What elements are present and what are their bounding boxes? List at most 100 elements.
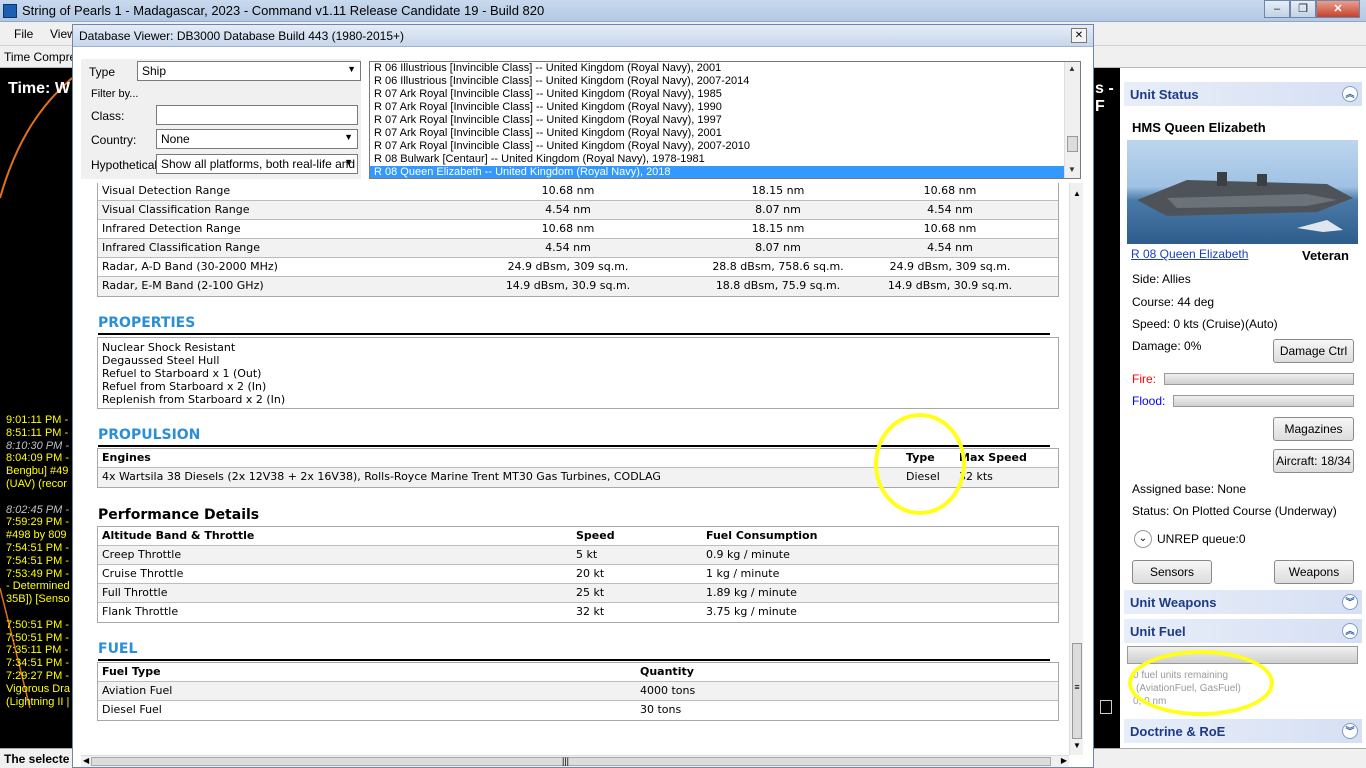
country-label: Country:	[91, 133, 137, 147]
signature-value: 10.68 nm	[541, 184, 595, 197]
map-scale-marker	[1100, 700, 1112, 714]
hypothetical-select[interactable]: Show all platforms, both real-life and h…	[156, 154, 358, 174]
chevron-down-icon: ▼	[347, 64, 356, 74]
unrep-expand-icon[interactable]: ⌄	[1134, 530, 1152, 548]
scroll-grip-icon: ≡	[1074, 682, 1080, 692]
dialog-close-button[interactable]: ✕	[1071, 28, 1087, 43]
collapse-up-icon[interactable]: ︽	[1342, 623, 1358, 639]
platform-list-item[interactable]: R 07 Ark Royal [Invincible Class] -- Uni…	[370, 114, 1080, 127]
platform-list-item[interactable]: R 06 Illustrious [Invincible Class] -- U…	[370, 62, 1080, 75]
log-line: Vigorous Dra	[6, 682, 70, 695]
damage-label: Damage: 0%	[1132, 339, 1202, 353]
scroll-down-icon[interactable]: ▼	[1073, 741, 1081, 750]
performance-header-row: Altitude Band & Throttle Speed Fuel Consum…	[98, 527, 1058, 546]
scroll-thumb[interactable]	[1067, 136, 1078, 152]
fuel-col-header: Fuel Type	[102, 665, 161, 678]
properties-list: Nuclear Shock Resistant Degaussed Steel H…	[97, 337, 1059, 409]
property-item: Refuel to Starboard x 1 (Out)	[102, 367, 262, 380]
scroll-up-icon[interactable]: ▲	[1073, 189, 1081, 198]
country-select[interactable]: None ▼	[156, 129, 358, 149]
collapse-up-icon[interactable]: ︽	[1342, 86, 1358, 102]
performance-row: Cruise Throttle 20 kt 1 kg / minute	[98, 565, 1058, 584]
scroll-right-icon[interactable]: ▶	[1061, 756, 1067, 765]
log-line: 9:01:11 PM -	[6, 414, 69, 426]
scroll-left-icon[interactable]: ◀	[83, 756, 89, 765]
doctrine-header[interactable]: Doctrine & RoE ︾	[1124, 719, 1362, 743]
filter-by-label: Filter by...	[91, 88, 139, 100]
unit-status-text: Status: On Plotted Course (Underway)	[1132, 504, 1337, 518]
platform-list-item[interactable]: R 07 Ark Royal [Invincible Class] -- Uni…	[370, 88, 1080, 101]
class-label: Class:	[91, 109, 125, 123]
details-scroll-thumb[interactable]: ≡	[1072, 643, 1082, 739]
unit-fuel-header[interactable]: Unit Fuel ︽	[1124, 619, 1362, 643]
platform-list[interactable]: R 06 Illustrious [Invincible Class] -- U…	[369, 61, 1081, 179]
menu-file[interactable]: File	[14, 27, 33, 41]
unit-status-header[interactable]: Unit Status ︽	[1124, 82, 1362, 106]
platform-list-item[interactable]: R 07 Ark Royal [Invincible Class] -- Uni…	[370, 127, 1080, 140]
scroll-up-icon[interactable]: ▲	[1068, 64, 1076, 73]
signature-value: 10.68 nm	[541, 222, 595, 235]
maximize-button[interactable]: ❐	[1290, 0, 1316, 18]
close-button[interactable]: ✕	[1316, 0, 1360, 18]
fuel-cell: 30 tons	[640, 703, 682, 716]
unit-weapons-header[interactable]: Unit Weapons ︾	[1124, 590, 1362, 614]
log-line: 7:54:51 PM -	[6, 554, 69, 567]
class-input[interactable]	[156, 105, 358, 125]
log-line: 8:51:11 PM -	[6, 426, 69, 439]
signature-name: Radar, A-D Band (30-2000 MHz)	[102, 260, 278, 273]
fire-gauge	[1164, 373, 1354, 385]
magazines-button[interactable]: Magazines	[1273, 417, 1354, 441]
platform-list-item[interactable]: R 06 Illustrious [Invincible Class] -- U…	[370, 75, 1080, 88]
hypothetical-select-value: Show all platforms, both real-life and h	[161, 157, 358, 171]
performance-cell: 1 kg / minute	[706, 567, 780, 580]
log-line: 7:50:51 PM -	[6, 618, 69, 631]
assigned-base-label: Assigned base: None	[1132, 482, 1247, 496]
sensors-button[interactable]: Sensors	[1132, 560, 1212, 584]
doctrine-title: Doctrine & RoE	[1130, 724, 1226, 739]
performance-cell: 1.89 kg / minute	[706, 586, 797, 599]
signature-value: 10.68 nm	[923, 222, 977, 235]
platform-list-item[interactable]: R 08 Queen Elizabeth -- United Kingdom (…	[370, 166, 1080, 178]
performance-cell: 32 kt	[576, 605, 605, 618]
log-line: 8:10:30 PM -	[6, 439, 69, 452]
map-header-fragment: s - F	[1095, 80, 1114, 115]
expand-down-icon[interactable]: ︾	[1342, 723, 1358, 739]
fuel-highlight-circle	[1128, 650, 1274, 716]
damage-control-button[interactable]: Damage Ctrl	[1273, 339, 1354, 363]
time-compression-label[interactable]: Time Compres	[4, 50, 82, 64]
signature-row: Visual Detection Range 10.68 nm 18.15 nm 10…	[98, 183, 1058, 201]
log-line: (Lightning II |	[6, 695, 70, 708]
fire-label: Fire:	[1132, 372, 1156, 386]
signature-name: Infrared Detection Range	[102, 222, 241, 235]
speed-mode-label: (Auto)	[1245, 317, 1278, 331]
fuel-cell: 4000 tons	[640, 684, 696, 697]
details-vertical-scrollbar[interactable]: ▲ ≡ ▼	[1069, 183, 1083, 755]
unit-panel: Unit Status ︽ HMS Queen Elizabeth R 08 Q…	[1120, 68, 1366, 748]
performance-cell: Full Throttle	[102, 586, 168, 599]
minimize-button[interactable]: –	[1264, 0, 1290, 18]
fuel-cell: Diesel Fuel	[102, 703, 162, 716]
engine-description: 4x Wartsila 38 Diesels (2x 12V38 + 2x 16…	[102, 470, 661, 483]
details-hscroll-thumb[interactable]: |||	[91, 756, 1051, 766]
log-line: 7:59:29 PM -	[6, 516, 69, 529]
app-icon	[3, 4, 17, 18]
database-viewer-dialog: Database Viewer: DB3000 Database Build 4…	[72, 24, 1094, 768]
platform-list-item[interactable]: R 08 Bulwark [Centaur] -- United Kingdom…	[370, 153, 1080, 166]
weapons-button[interactable]: Weapons	[1274, 560, 1354, 584]
unit-fuel-title: Unit Fuel	[1130, 624, 1186, 639]
signature-value: 4.54 nm	[545, 203, 591, 216]
platform-list-scrollbar[interactable]: ▲ ▼	[1064, 62, 1080, 178]
unit-class-link[interactable]: R 08 Queen Elizabeth	[1131, 247, 1248, 261]
expand-down-icon[interactable]: ︾	[1342, 594, 1358, 610]
scroll-down-icon[interactable]: ▼	[1068, 165, 1076, 174]
signature-row: Radar, A-D Band (30-2000 MHz) 24.9 dBsm, …	[98, 258, 1058, 277]
filter-panel: Type Ship ▼ Filter by... Class: Country:…	[81, 59, 361, 179]
details-horizontal-scrollbar[interactable]: ◀ ||| ▶	[81, 755, 1069, 767]
platform-list-item[interactable]: R 07 Ark Royal [Invincible Class] -- Uni…	[370, 101, 1080, 114]
type-select[interactable]: Ship ▼	[137, 61, 361, 81]
log-line: 7:34:51 PM -	[6, 657, 69, 670]
aircraft-button[interactable]: Aircraft: 18/34	[1273, 449, 1354, 473]
performance-row: Full Throttle 25 kt 1.89 kg / minute	[98, 584, 1058, 603]
platform-list-item[interactable]: R 07 Ark Royal [Invincible Class] -- Uni…	[370, 140, 1080, 153]
